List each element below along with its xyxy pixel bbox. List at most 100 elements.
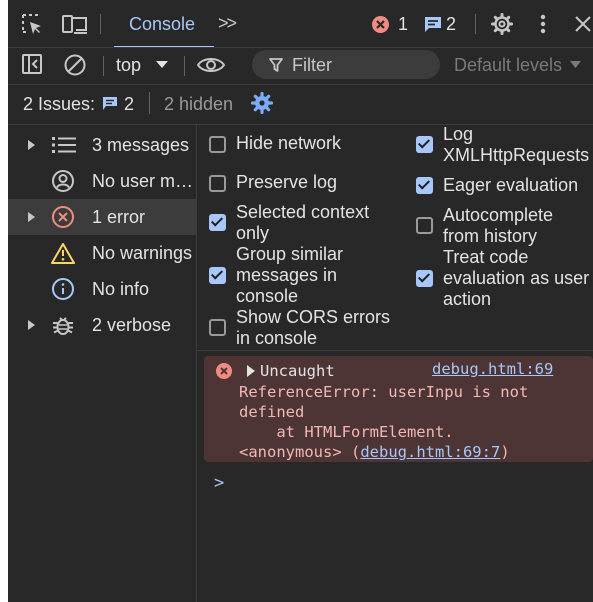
sidebar-item-messages[interactable]: 3 messages <box>8 127 196 163</box>
expand-arrow-icon[interactable] <box>28 320 35 330</box>
hidden-issues-label: 2 hidden <box>164 94 234 114</box>
console-sidebar: 3 messages No user m… 1 error No warning <box>8 125 196 602</box>
sidebar-item-info[interactable]: No info <box>8 271 196 307</box>
sidebar-item-label: No user m… <box>92 171 194 191</box>
eager-evaluation-label: Eager evaluation <box>443 175 578 196</box>
toolbar-divider <box>184 56 185 76</box>
devtools-panel: Console >> 1 2 top Filter Default levels… <box>8 0 593 602</box>
tab-console-label: Console <box>129 14 196 34</box>
close-icon[interactable] <box>574 15 592 33</box>
option-label-line: in console <box>236 328 318 348</box>
console-error-message: Uncaught debug.html:69 ReferenceError: u… <box>204 356 593 462</box>
issues-count-button[interactable]: 2 <box>102 92 142 116</box>
option-label-line: Group similar <box>236 244 344 264</box>
sidebar-item-label: 1 error <box>92 207 146 227</box>
option-label-line: Log <box>443 124 474 144</box>
stack-trace-line: <anonymous> (debug.html:69:7) <box>239 442 510 462</box>
tab-bar: Console >> 1 2 <box>8 0 593 48</box>
autocomplete-history-checkbox[interactable] <box>416 217 433 234</box>
inspect-element-icon[interactable] <box>21 13 43 35</box>
option-label-line: Preserve log <box>236 172 338 192</box>
selected-context-checkbox[interactable] <box>209 214 226 231</box>
console-prompt-input[interactable]: > <box>214 471 584 497</box>
message-count-icon <box>425 17 441 32</box>
error-count[interactable]: 1 <box>398 14 408 35</box>
toolbar-divider <box>475 14 476 34</box>
sidebar-divider <box>196 125 197 602</box>
warning-icon <box>51 243 75 264</box>
context-selector[interactable]: top <box>108 51 178 79</box>
sidebar-item-label: No info <box>92 279 150 299</box>
hide-network-checkbox[interactable] <box>209 136 226 153</box>
toolbar-divider <box>103 56 104 76</box>
filter-icon <box>269 58 283 72</box>
option-label-line: action <box>443 289 492 309</box>
preserve-log-checkbox[interactable] <box>209 175 226 192</box>
show-cors-label: Show CORS errors in console <box>236 307 390 349</box>
sidebar-item-label: 3 messages <box>92 135 190 155</box>
issues-bar: 2 Issues: 2 2 hidden <box>8 84 593 124</box>
preserve-log-label: Preserve log <box>236 172 337 193</box>
autocomplete-history-label: Autocomplete from history <box>443 205 553 247</box>
more-tabs-button[interactable]: >> <box>218 13 237 34</box>
option-label-line: Treat code <box>443 247 529 267</box>
error-message-line: ReferenceError: userInpu is not <box>239 383 529 401</box>
sidebar-item-errors[interactable]: 1 error <box>8 199 196 235</box>
stack-trace-link[interactable]: debug.html:69:7 <box>360 443 500 461</box>
filter-input[interactable]: Filter <box>252 50 440 79</box>
log-levels-dropdown[interactable]: Default levels <box>454 53 584 77</box>
group-similar-checkbox[interactable] <box>209 267 226 284</box>
message-count[interactable]: 2 <box>446 14 456 35</box>
sidebar-item-label: 2 verbose <box>92 315 172 335</box>
error-count-icon <box>372 16 389 33</box>
expand-arrow-icon[interactable] <box>28 212 35 222</box>
expand-arrow-icon[interactable] <box>246 365 256 377</box>
clear-console-icon[interactable] <box>64 54 86 76</box>
show-cors-checkbox[interactable] <box>209 319 226 336</box>
issues-label: 2 Issues: <box>23 94 96 114</box>
stack-trace-line: at HTMLFormElement. <box>239 423 454 441</box>
device-toolbar-icon[interactable] <box>62 13 88 35</box>
stack-trace-text: <anonymous> ( <box>239 443 361 461</box>
list-icon <box>52 137 76 153</box>
option-label-line: Show CORS errors <box>236 307 391 327</box>
filter-placeholder: Filter <box>292 55 332 75</box>
stack-trace-text: ) <box>500 443 510 461</box>
option-label-line: XMLHttpRequests <box>443 145 590 165</box>
live-expression-eye-icon[interactable] <box>197 56 225 74</box>
sidebar-item-label: No warnings <box>92 243 193 263</box>
treat-code-user-action-label: Treat code evaluation as user action <box>443 247 589 310</box>
chevron-down-icon <box>156 61 168 68</box>
log-xhr-label: Log XMLHttpRequests <box>443 124 589 166</box>
option-label-line: Eager evaluation <box>443 175 579 195</box>
bug-icon <box>53 317 73 335</box>
expand-arrow-icon[interactable] <box>28 140 35 150</box>
log-xhr-checkbox[interactable] <box>416 136 433 153</box>
chevron-down-icon <box>570 61 581 68</box>
settings-gear-icon[interactable] <box>491 13 513 35</box>
info-icon <box>52 278 74 300</box>
prompt-chevron-icon: > <box>214 473 225 493</box>
tab-console[interactable]: Console <box>114 0 214 48</box>
option-label-line: from history <box>443 226 538 246</box>
option-label-line: Hide network <box>236 133 342 153</box>
selected-context-label: Selected context only <box>236 202 369 244</box>
hide-network-label: Hide network <box>236 133 341 154</box>
treat-code-user-action-checkbox[interactable] <box>416 270 433 287</box>
error-message-line: defined <box>239 403 305 421</box>
sidebar-item-verbose[interactable]: 2 verbose <box>8 307 196 343</box>
error-source-link[interactable]: debug.html:69 <box>432 359 553 379</box>
log-levels-label: Default levels <box>454 55 563 75</box>
settings-gear-icon[interactable] <box>251 92 273 114</box>
group-similar-label: Group similar messages in console <box>236 244 343 307</box>
option-label-line: console <box>236 286 299 306</box>
sidebar-item-user-messages[interactable]: No user m… <box>8 163 196 199</box>
option-label-line: messages in <box>236 265 338 285</box>
option-label-line: evaluation as user <box>443 268 590 288</box>
eager-evaluation-checkbox[interactable] <box>416 177 433 194</box>
message-icon <box>103 97 117 110</box>
sidebar-toggle-icon[interactable] <box>22 54 42 74</box>
error-icon <box>52 206 74 228</box>
more-options-icon[interactable] <box>539 13 547 35</box>
sidebar-item-warnings[interactable]: No warnings <box>8 235 196 271</box>
